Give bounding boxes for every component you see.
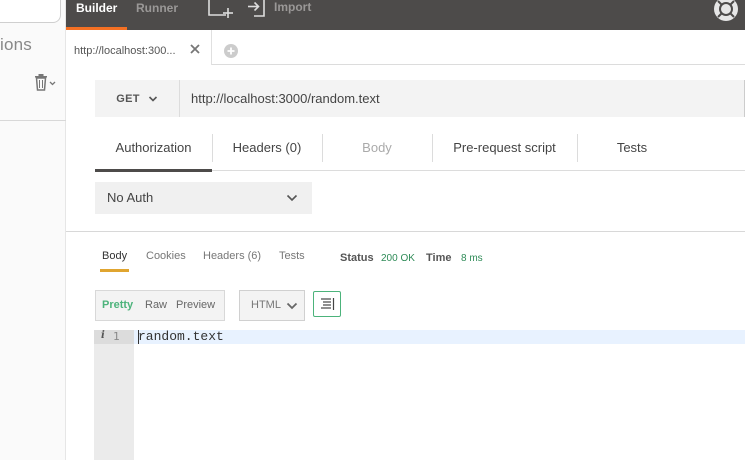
section-divider [66,231,745,232]
method-select[interactable]: GET [95,80,180,117]
add-tab-icon[interactable] [223,43,239,59]
language-select[interactable]: HTML [239,290,305,321]
text-cursor [138,330,139,344]
view-mode-group: Pretty Raw Preview [95,290,225,321]
chevron-down-icon [286,194,298,202]
sidebar-title: ions [0,35,32,54]
wrap-lines-icon [321,298,335,310]
response-tab-headers[interactable]: Headers (6) [203,250,261,272]
tab-pre-request-script[interactable]: Pre-request script [432,129,577,171]
response-tab-tests[interactable]: Tests [279,250,305,272]
import-label: Import [274,0,312,14]
request-tab[interactable]: http://localhost:300... [66,30,212,65]
sidebar-search-input[interactable] [0,0,61,23]
auth-type-select[interactable]: No Auth [95,182,312,214]
time-value: 8 ms [461,253,483,264]
chevron-down-icon [148,95,157,102]
import-button[interactable]: Import [246,0,311,18]
info-icon: i [101,330,105,341]
line-number: 1 [113,330,120,343]
view-raw-button[interactable]: Raw [145,291,167,320]
auth-type-label: No Auth [107,190,154,205]
sync-icon[interactable] [713,0,739,22]
request-tab-label: http://localhost:300... [74,45,176,57]
time-label: Time [426,252,452,264]
language-label: HTML [251,299,281,311]
sidebar-divider [0,120,66,121]
sidebar: ions [0,0,66,460]
response-tab-cookies[interactable]: Cookies [146,250,186,272]
view-pretty-button[interactable]: Pretty [102,291,133,320]
close-icon[interactable] [188,42,202,56]
tab-tests[interactable]: Tests [577,129,687,171]
tab-headers[interactable]: Headers (0) [212,129,322,171]
url-bar: GET [95,80,745,117]
tab-authorization[interactable]: Authorization [95,129,212,172]
response-body-text[interactable]: random.text [138,329,224,344]
new-window-icon[interactable] [208,0,234,18]
chevron-down-icon [286,302,298,310]
request-subtabs: Authorization Headers (0) Body Pre-reque… [95,129,745,172]
view-preview-button[interactable]: Preview [176,291,215,320]
response-tab-body[interactable]: Body [99,250,130,272]
request-tabs-bar: http://localhost:300... [66,30,745,65]
import-icon [248,0,265,17]
tab-runner[interactable]: Runner [136,0,178,30]
top-toolbar: Builder Runner Import [65,0,745,30]
wrap-lines-button[interactable] [313,291,341,317]
url-input[interactable] [191,80,731,117]
tab-body[interactable]: Body [322,129,432,171]
tab-builder[interactable]: Builder [65,0,128,30]
code-gutter [94,330,134,460]
method-label: GET [116,92,140,105]
trash-icon[interactable] [32,73,58,93]
status-label: Status [340,252,374,264]
status-value: 200 OK [381,253,415,264]
